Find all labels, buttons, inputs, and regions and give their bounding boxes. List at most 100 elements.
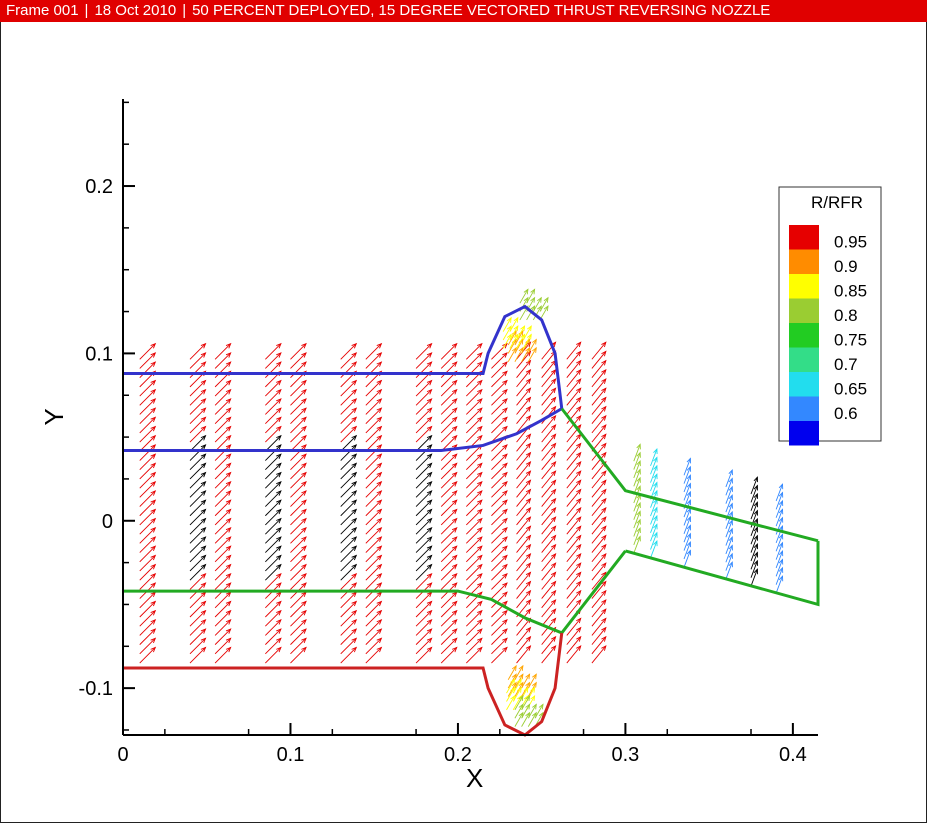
velocity-arrow (566, 571, 582, 590)
arrow-shaft (541, 443, 556, 461)
arrow-shaft (139, 545, 156, 563)
arrow-shaft (775, 534, 783, 552)
arrow-shaft (415, 490, 432, 507)
arrow-shaft (633, 469, 641, 487)
velocity-arrow (415, 352, 433, 369)
arrow-shaft (415, 398, 432, 415)
arrow-shaft (516, 645, 531, 664)
arrow-shaft (214, 536, 231, 553)
velocity-arrow (516, 461, 532, 480)
velocity-arrow (265, 342, 282, 360)
velocity-arrow (465, 637, 483, 655)
arrow-shaft (440, 463, 458, 480)
arrow-shaft (541, 553, 556, 572)
velocity-arrow (214, 471, 232, 489)
velocity-arrow (189, 619, 207, 636)
arrow-shaft (541, 452, 556, 471)
arrow-shaft (566, 590, 582, 609)
arrow-shaft (491, 490, 508, 507)
velocity-arrow (139, 499, 157, 517)
velocity-arrow (189, 517, 207, 535)
velocity-arrow (340, 490, 358, 507)
velocity-arrow (415, 444, 433, 461)
velocity-arrow-exit (683, 507, 692, 526)
arrow-shaft (290, 647, 307, 664)
legend-label: 0.75 (834, 331, 867, 350)
velocity-arrow (591, 626, 607, 645)
velocity-arrow (365, 545, 383, 563)
velocity-arrow (365, 628, 383, 645)
velocity-arrow (465, 416, 483, 434)
velocity-arrow (265, 508, 282, 526)
arrow-shaft (725, 478, 733, 496)
arrow-shaft (440, 555, 458, 572)
velocity-arrow (415, 517, 433, 535)
velocity-arrow (265, 361, 282, 378)
arrow-shaft (139, 628, 156, 645)
arrow-shaft (214, 426, 231, 443)
arrow-shaft (591, 544, 607, 563)
arrow-shaft (365, 380, 382, 397)
arrow-shaft (139, 398, 156, 415)
velocity-arrow-exit (775, 524, 784, 544)
arrow-shaft (650, 457, 658, 475)
velocity-arrow (265, 499, 282, 517)
arrow-shaft (566, 498, 582, 517)
velocity-arrow (491, 609, 508, 627)
velocity-arrow-exit (725, 469, 733, 488)
arrow-shaft (591, 516, 607, 535)
velocity-arrow (214, 361, 232, 378)
arrow-shaft (214, 361, 231, 378)
arrow-shaft (725, 562, 733, 580)
velocity-arrow (265, 536, 282, 553)
arrow-shaft (516, 562, 531, 581)
velocity-arrow-exit (725, 544, 733, 563)
arrow-shaft (214, 499, 231, 517)
arrow-shaft (465, 628, 483, 645)
arrow-shaft (491, 370, 508, 388)
arrow-shaft (189, 417, 206, 434)
velocity-arrow (541, 507, 557, 526)
arrow-shaft (516, 489, 531, 507)
velocity-arrow (566, 433, 582, 452)
arrow-shaft (491, 499, 508, 517)
velocity-arrow-hot (507, 664, 517, 680)
velocity-arrow (491, 370, 508, 388)
velocity-arrow (465, 573, 483, 590)
velocity-arrow (139, 425, 157, 443)
arrow-shaft (214, 509, 231, 526)
velocity-arrow-exit (750, 526, 759, 545)
arrow-shaft (214, 481, 231, 498)
arrow-shaft (725, 495, 733, 513)
arrow-shaft (775, 484, 783, 502)
velocity-arrow (365, 637, 383, 655)
arrow-shaft (189, 389, 206, 406)
arrow-shaft (265, 536, 282, 553)
velocity-arrow-exit (750, 559, 759, 578)
velocity-arrow (566, 341, 582, 360)
velocity-arrow (440, 490, 458, 507)
arrow-shaft (340, 444, 357, 461)
arrow-shaft (541, 599, 556, 618)
velocity-arrow (290, 526, 307, 544)
velocity-arrow-exit (775, 483, 784, 502)
arrow-shaft (516, 406, 531, 424)
arrow-shaft (340, 398, 357, 415)
velocity-arrow-exit (633, 518, 641, 537)
velocity-arrow (139, 545, 157, 563)
velocity-arrow (516, 433, 532, 452)
velocity-arrow (440, 471, 458, 489)
arrow-shaft (566, 443, 582, 461)
arrow-shaft (340, 499, 357, 517)
velocity-arrow (465, 462, 483, 480)
arrow-shaft (750, 569, 758, 587)
velocity-arrow (139, 462, 157, 480)
arrow-shaft (491, 481, 508, 498)
velocity-arrow (541, 378, 557, 397)
velocity-arrow-exit (650, 473, 658, 492)
arrow-shaft (541, 562, 556, 581)
velocity-arrow (440, 628, 458, 645)
velocity-arrow (290, 453, 307, 471)
arrow-shaft (290, 564, 307, 581)
arrow-shaft (591, 636, 607, 655)
